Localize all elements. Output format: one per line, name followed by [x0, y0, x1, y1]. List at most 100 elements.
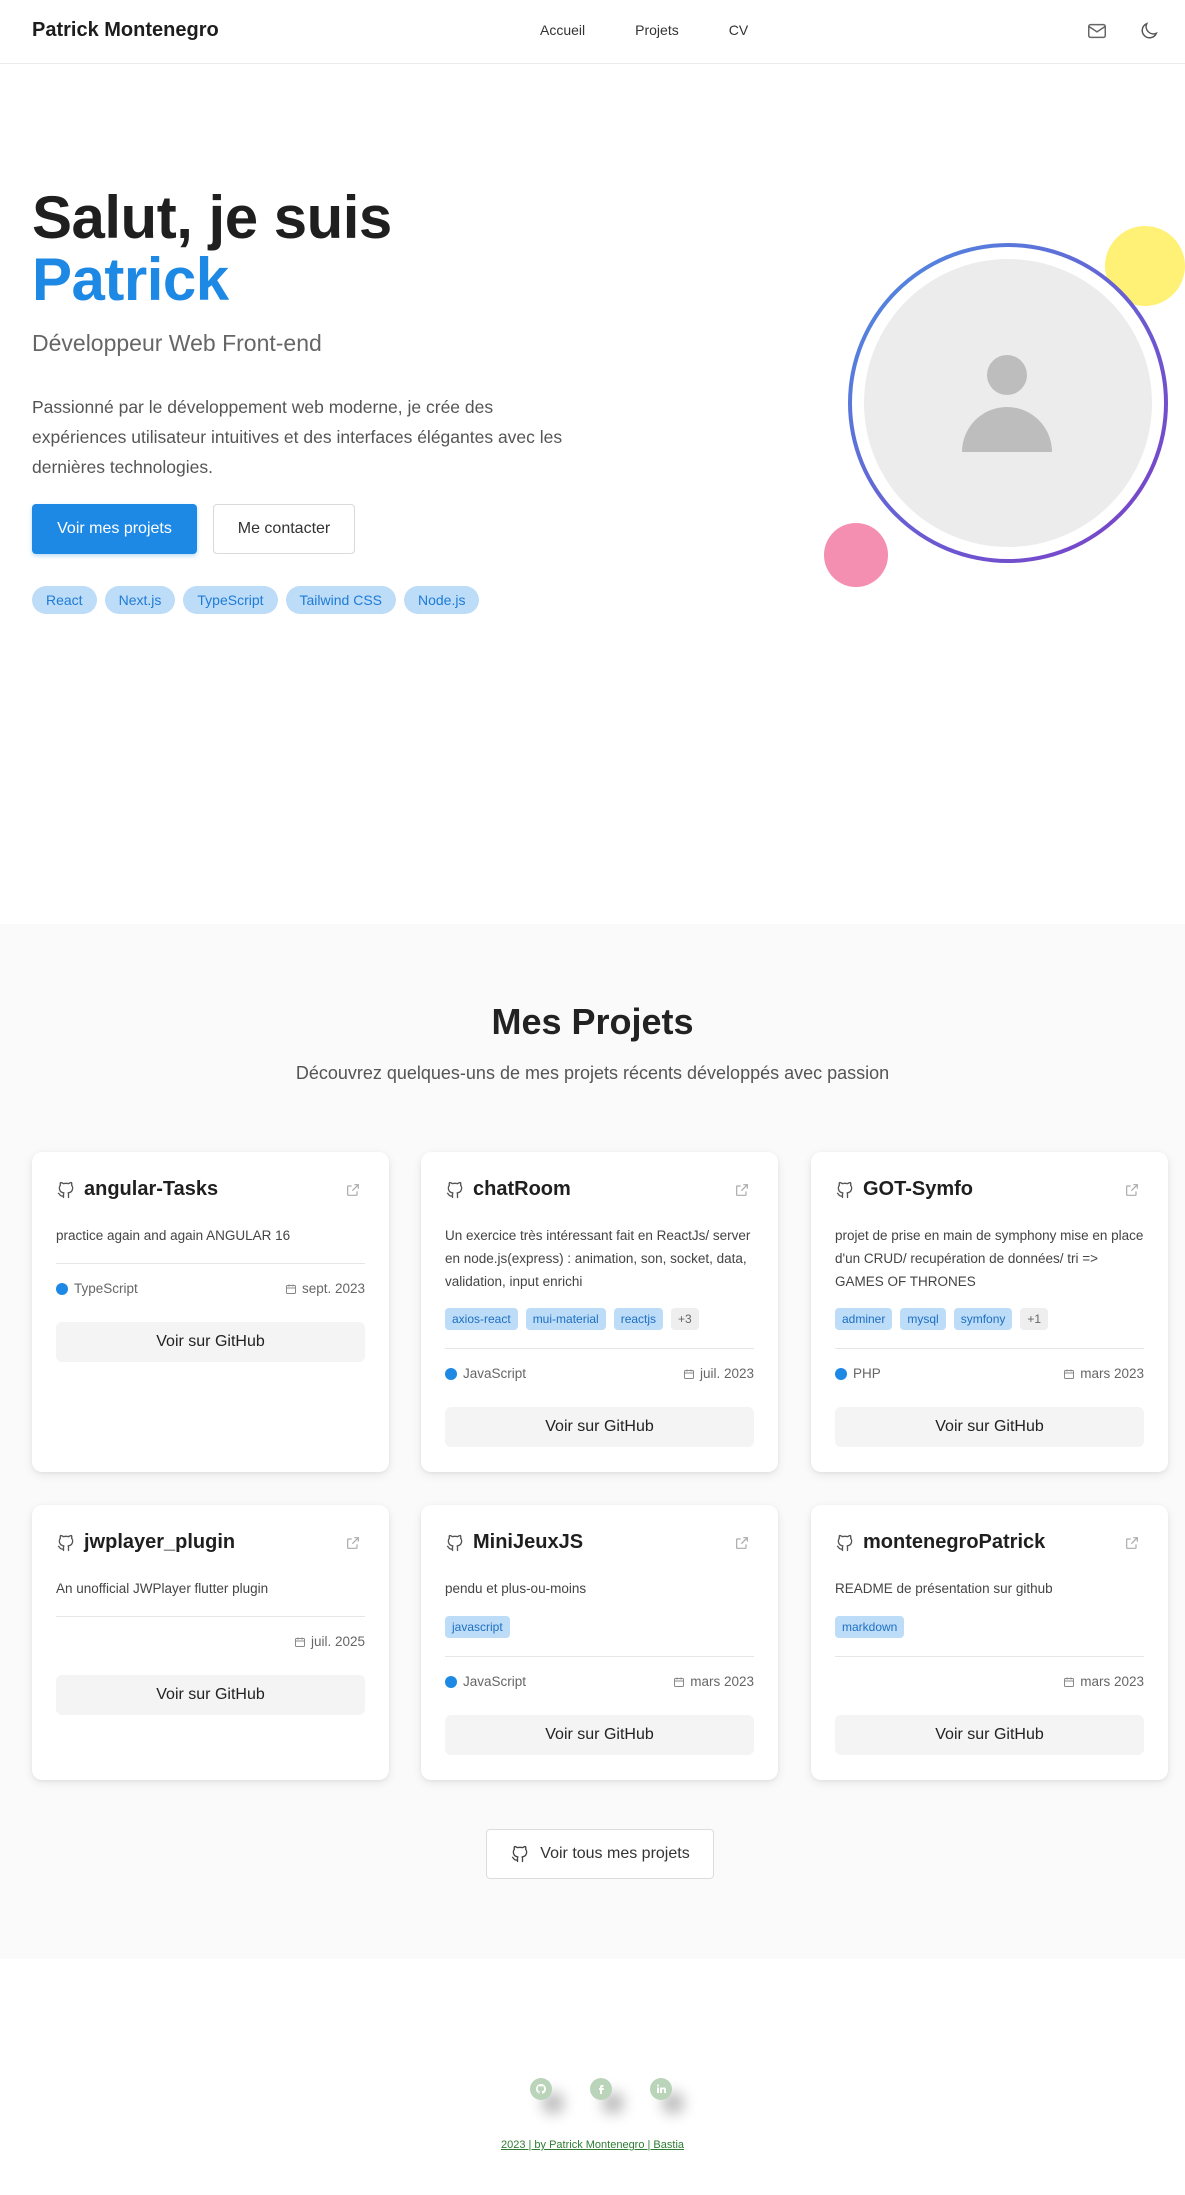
project-tags: markdown — [835, 1616, 905, 1638]
project-name[interactable]: MiniJeuxJS — [473, 1531, 583, 1554]
view-on-github-button[interactable]: Voir sur GitHub — [56, 1675, 365, 1715]
project-date: juil. 2023 — [683, 1366, 754, 1381]
project-tag: axios-react — [445, 1308, 518, 1330]
project-tag-more: +1 — [1020, 1308, 1049, 1330]
project-tag: javascript — [445, 1616, 510, 1638]
nav-accueil[interactable]: Accueil — [540, 22, 585, 38]
project-language: TypeScript — [56, 1281, 138, 1296]
view-projects-button[interactable]: Voir mes projets — [32, 504, 197, 554]
calendar-icon — [285, 1284, 296, 1294]
project-language: JavaScript — [445, 1366, 526, 1381]
project-tags: javascript — [445, 1616, 510, 1638]
project-meta: JavaScript mars 2023 — [445, 1674, 754, 1694]
project-tag-more: +3 — [671, 1308, 699, 1330]
calendar-icon — [1064, 1369, 1075, 1379]
main-nav: Accueil Projets CV — [540, 22, 798, 38]
calendar-icon — [683, 1369, 694, 1379]
external-link-icon[interactable] — [345, 1182, 361, 1198]
project-tag: mui-material — [525, 1308, 606, 1330]
hero-description: Passionné par le développement web moder… — [32, 397, 563, 477]
nav-projets[interactable]: Projets — [635, 22, 679, 38]
projects-title: Mes Projets — [491, 1001, 694, 1042]
project-date: mars 2023 — [1063, 1366, 1144, 1381]
language-dot — [56, 1282, 68, 1295]
linkedin-icon[interactable] — [650, 2078, 672, 2100]
project-tag: symfony — [953, 1308, 1013, 1330]
project-name[interactable]: angular-Tasks — [84, 1178, 218, 1201]
project-description: Un exercice très intéressant fait en Rea… — [445, 1228, 751, 1289]
view-all-projects-button[interactable]: Voir tous mes projets — [486, 1829, 714, 1879]
project-card: MiniJeuxJS pendu et plus-ou-moins javasc… — [421, 1505, 778, 1780]
github-icon — [57, 1534, 74, 1552]
nav-cv[interactable]: CV — [729, 22, 748, 38]
view-on-github-button[interactable]: Voir sur GitHub — [56, 1322, 365, 1362]
external-link-icon[interactable] — [734, 1182, 750, 1198]
brand-logo[interactable]: Patrick Montenegro — [32, 19, 219, 42]
divider — [835, 1656, 1144, 1657]
external-link-icon[interactable] — [345, 1535, 361, 1551]
github-icon — [836, 1534, 853, 1552]
project-name[interactable]: jwplayer_plugin — [84, 1531, 235, 1554]
divider — [56, 1616, 365, 1617]
project-tag: mysql — [900, 1308, 946, 1330]
view-on-github-button[interactable]: Voir sur GitHub — [835, 1715, 1144, 1755]
calendar-icon — [294, 1637, 305, 1647]
project-tag: adminer — [835, 1308, 893, 1330]
divider — [445, 1656, 754, 1657]
contact-button[interactable]: Me contacter — [213, 504, 355, 554]
project-name[interactable]: GOT-Symfo — [863, 1178, 973, 1201]
external-link-icon[interactable] — [1124, 1182, 1140, 1198]
project-date: mars 2023 — [1063, 1674, 1144, 1689]
project-description: practice again and again ANGULAR 16 — [56, 1228, 291, 1243]
github-icon — [446, 1534, 463, 1552]
view-all-label: Voir tous mes projets — [540, 1845, 690, 1862]
project-date: sept. 2023 — [285, 1281, 365, 1296]
project-meta: TypeScript sept. 2023 — [56, 1281, 365, 1301]
project-tag: reactjs — [613, 1308, 664, 1330]
project-card: jwplayer_plugin An unofficial JWPlayer f… — [32, 1505, 389, 1780]
site-header: Patrick Montenegro Accueil Projets CV — [0, 0, 1185, 64]
calendar-icon — [1064, 1677, 1075, 1687]
project-tag: markdown — [835, 1616, 905, 1638]
footer-credit[interactable]: 2023 | by Patrick Montenegro | Bastia — [0, 2139, 1185, 2151]
divider — [835, 1348, 1144, 1349]
avatar-placeholder-icon — [864, 259, 1152, 547]
moon-icon[interactable] — [1138, 20, 1160, 42]
project-meta: mars 2023 — [835, 1674, 1144, 1694]
avatar-ring — [848, 243, 1168, 563]
hero-title: Salut, je suis — [32, 184, 392, 251]
facebook-icon[interactable] — [590, 2078, 612, 2100]
project-name[interactable]: chatRoom — [473, 1178, 571, 1201]
project-description: pendu et plus-ou-moins — [445, 1581, 587, 1596]
project-language: JavaScript — [445, 1674, 526, 1689]
project-card: GOT-Symfo projet de prise en main de sym… — [811, 1152, 1168, 1472]
view-on-github-button[interactable]: Voir sur GitHub — [445, 1407, 754, 1447]
external-link-icon[interactable] — [734, 1535, 750, 1551]
language-dot — [835, 1367, 847, 1380]
skill-chip: Tailwind CSS — [285, 586, 396, 614]
github-icon[interactable] — [530, 2078, 552, 2100]
divider — [56, 1263, 365, 1264]
decorative-circle-pink — [824, 523, 888, 587]
project-name[interactable]: montenegroPatrick — [863, 1531, 1045, 1554]
project-meta: JavaScript juil. 2023 — [445, 1366, 754, 1386]
project-meta: juil. 2025 — [56, 1634, 365, 1654]
external-link-icon[interactable] — [1124, 1535, 1140, 1551]
mail-icon[interactable] — [1086, 20, 1108, 42]
project-language: PHP — [835, 1366, 881, 1381]
project-card: montenegroPatrick README de présentation… — [811, 1505, 1168, 1780]
github-icon — [836, 1181, 853, 1199]
skill-chip: React — [32, 586, 97, 614]
view-on-github-button[interactable]: Voir sur GitHub — [835, 1407, 1144, 1447]
projects-subtitle: Découvrez quelques-uns de mes projets ré… — [295, 1063, 890, 1083]
github-icon — [57, 1181, 74, 1199]
skill-chip: TypeScript — [183, 586, 278, 614]
project-card: chatRoom Un exercice très intéressant fa… — [421, 1152, 778, 1472]
github-icon — [512, 1845, 528, 1863]
skill-chip: Next.js — [104, 586, 176, 614]
divider — [445, 1348, 754, 1349]
language-dot — [445, 1367, 457, 1380]
project-card: angular-Tasks practice again and again A… — [32, 1152, 389, 1472]
view-on-github-button[interactable]: Voir sur GitHub — [445, 1715, 754, 1755]
calendar-icon — [674, 1677, 685, 1687]
